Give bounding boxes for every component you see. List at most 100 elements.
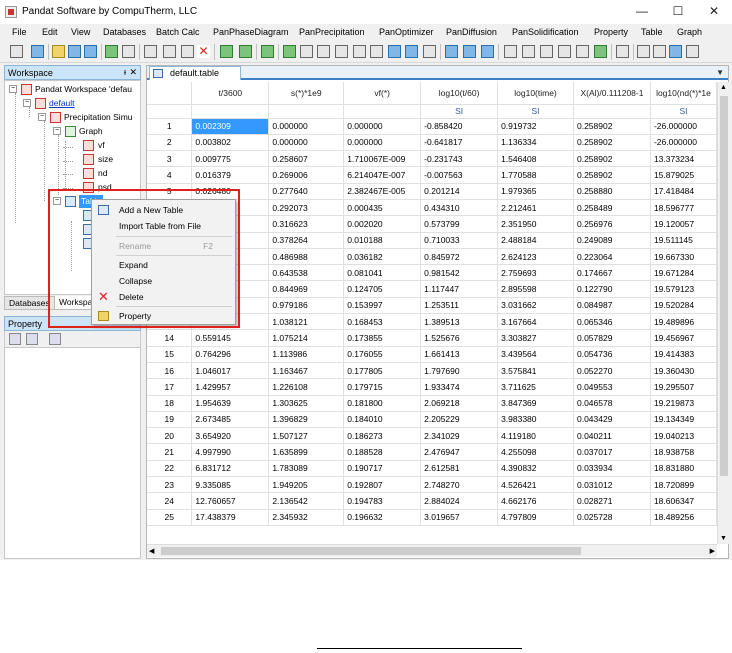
table-cell[interactable]: 0.277640 <box>268 183 345 200</box>
row-number[interactable]: 1 <box>147 118 193 135</box>
table-cell[interactable]: 1.635899 <box>268 443 345 461</box>
tab-default-table[interactable]: default.table <box>149 66 241 80</box>
row-number[interactable]: 23 <box>147 476 193 494</box>
table-cell[interactable]: 0.031012 <box>573 476 651 494</box>
table-cell[interactable]: 0.188528 <box>343 443 422 461</box>
table-cell[interactable]: 19.489896 <box>650 313 717 331</box>
column-header[interactable]: log10(t/60) <box>420 82 499 105</box>
table-cell[interactable]: 15.879025 <box>650 166 717 184</box>
save-all-icon[interactable] <box>84 45 97 58</box>
table-cell[interactable]: 1.933474 <box>420 378 499 396</box>
table-cell[interactable]: 1.113986 <box>268 346 345 363</box>
table-cell[interactable]: 0.036182 <box>343 248 422 266</box>
graph-tool-8-icon[interactable] <box>522 45 535 58</box>
table-cell[interactable]: 1.038121 <box>268 313 345 331</box>
table-cell[interactable]: 0.179715 <box>343 378 422 396</box>
print-icon[interactable] <box>122 45 135 58</box>
table-tool-4-icon[interactable] <box>335 45 348 58</box>
table-cell[interactable]: 0.258607 <box>268 150 345 168</box>
menu-property[interactable]: Property <box>594 27 628 37</box>
table-cell[interactable]: 4.390832 <box>497 460 574 478</box>
table-cell[interactable]: 0.258489 <box>573 199 651 217</box>
table-cell[interactable]: -0.858420 <box>420 118 499 135</box>
table-cell[interactable]: 6.831712 <box>191 460 270 478</box>
table-cell[interactable]: 1.136334 <box>497 134 574 152</box>
table-cell[interactable]: 0.258880 <box>573 183 651 200</box>
table-cell[interactable]: 1.797690 <box>420 362 499 380</box>
table-cell[interactable]: 3.711625 <box>497 378 574 396</box>
scroll-thumb[interactable] <box>720 96 728 476</box>
graph-tool-7-icon[interactable] <box>504 45 517 58</box>
new-workspace-icon[interactable] <box>31 45 44 58</box>
table-cell[interactable]: 3.167664 <box>497 313 574 331</box>
table-cell[interactable]: 0.258902 <box>573 134 651 152</box>
scroll-up-icon[interactable]: ▲ <box>720 84 727 91</box>
table-cell[interactable]: 0.010188 <box>343 232 422 249</box>
table-cell[interactable]: 1.046017 <box>191 362 270 380</box>
table-cell[interactable]: 0.196632 <box>343 509 422 526</box>
row-number[interactable]: 14 <box>147 329 193 347</box>
table-cell[interactable]: 4.119180 <box>497 427 574 445</box>
table-cell[interactable]: 0.845972 <box>420 248 499 266</box>
table-cell[interactable]: 2.212461 <box>497 199 574 217</box>
table-tool-5-icon[interactable] <box>353 45 366 58</box>
table-cell[interactable]: 19.579123 <box>650 280 717 298</box>
table-cell[interactable]: 0.181800 <box>343 395 422 412</box>
column-header[interactable]: vf(*) <box>343 82 422 105</box>
chevron-down-icon[interactable]: ▼ <box>716 68 724 77</box>
table-cell[interactable]: 0.065346 <box>573 313 651 331</box>
column-unit[interactable]: SI <box>420 104 499 119</box>
table-cell[interactable]: 0.981542 <box>420 264 499 282</box>
row-number[interactable]: 18 <box>147 395 193 412</box>
table-cell[interactable]: 0.028271 <box>573 492 651 510</box>
table-cell[interactable]: 0.177805 <box>343 362 422 380</box>
table-cell[interactable]: 0.168453 <box>343 313 422 331</box>
graph-tool-2-icon[interactable] <box>405 45 418 58</box>
table-cell[interactable]: 0.084987 <box>573 297 651 315</box>
table-cell[interactable]: 0.486988 <box>268 248 345 266</box>
table-cell[interactable]: 2.748270 <box>420 476 499 494</box>
table-cell[interactable]: 2.341029 <box>420 427 499 445</box>
table-cell[interactable]: 17.418484 <box>650 183 717 200</box>
column-header[interactable]: X(Al)/0.111208-1 <box>573 82 651 105</box>
table-cell[interactable]: 0.844969 <box>268 280 345 298</box>
column-header[interactable]: log10(nd(*)*1e <box>650 82 717 105</box>
table-cell[interactable]: 2.382467E-005 <box>343 183 422 200</box>
table-cell[interactable]: 0.000435 <box>343 199 422 217</box>
table-cell[interactable]: 0.184010 <box>343 411 422 429</box>
column-header[interactable]: t/3600 <box>191 82 270 105</box>
table-cell[interactable]: 1.253511 <box>420 297 499 315</box>
menu-pansolidification[interactable]: PanSolidification <box>512 27 579 37</box>
column-header[interactable]: log10(time) <box>497 82 574 105</box>
property-pages-icon[interactable] <box>49 333 61 345</box>
close-button[interactable]: ✕ <box>700 2 728 20</box>
table-cell[interactable]: 1.396829 <box>268 411 345 429</box>
table-cell[interactable]: 6.214047E-007 <box>343 166 422 184</box>
table-cell[interactable]: 0.081041 <box>343 264 422 282</box>
table-cell[interactable]: 1.525676 <box>420 329 499 347</box>
table-cell[interactable]: 0.033934 <box>573 460 651 478</box>
table-cell[interactable]: 0.186273 <box>343 427 422 445</box>
scroll-left-icon[interactable]: ◀ <box>149 547 154 555</box>
menu-edit[interactable]: Edit <box>42 27 58 37</box>
table-cell[interactable]: 2.069218 <box>420 395 499 412</box>
table-cell[interactable]: 19.295507 <box>650 378 717 396</box>
graph-tool-12-icon[interactable] <box>594 45 607 58</box>
graph-tool-1-icon[interactable] <box>388 45 401 58</box>
maximize-button[interactable]: ☐ <box>664 2 692 20</box>
graph-tool-5-icon[interactable] <box>463 45 476 58</box>
table-cell[interactable]: 0.002309 <box>191 118 270 135</box>
table-cell[interactable]: 1.783089 <box>268 460 345 478</box>
table-cell[interactable]: 3.019657 <box>420 509 499 526</box>
table-cell[interactable]: 0.003802 <box>191 134 270 152</box>
table-cell[interactable]: 3.439564 <box>497 346 574 363</box>
table-cell[interactable]: 18.489256 <box>650 509 717 526</box>
row-number[interactable]: 19 <box>147 411 193 429</box>
table-cell[interactable]: 2.673485 <box>191 411 270 429</box>
menu-table[interactable]: Table <box>641 27 663 37</box>
column-unit[interactable]: SI <box>497 104 574 119</box>
menu-graph[interactable]: Graph <box>677 27 702 37</box>
table-cell[interactable]: 19.120057 <box>650 215 717 233</box>
table-cell[interactable]: 4.797809 <box>497 509 574 526</box>
table-cell[interactable]: 1.949205 <box>268 476 345 494</box>
